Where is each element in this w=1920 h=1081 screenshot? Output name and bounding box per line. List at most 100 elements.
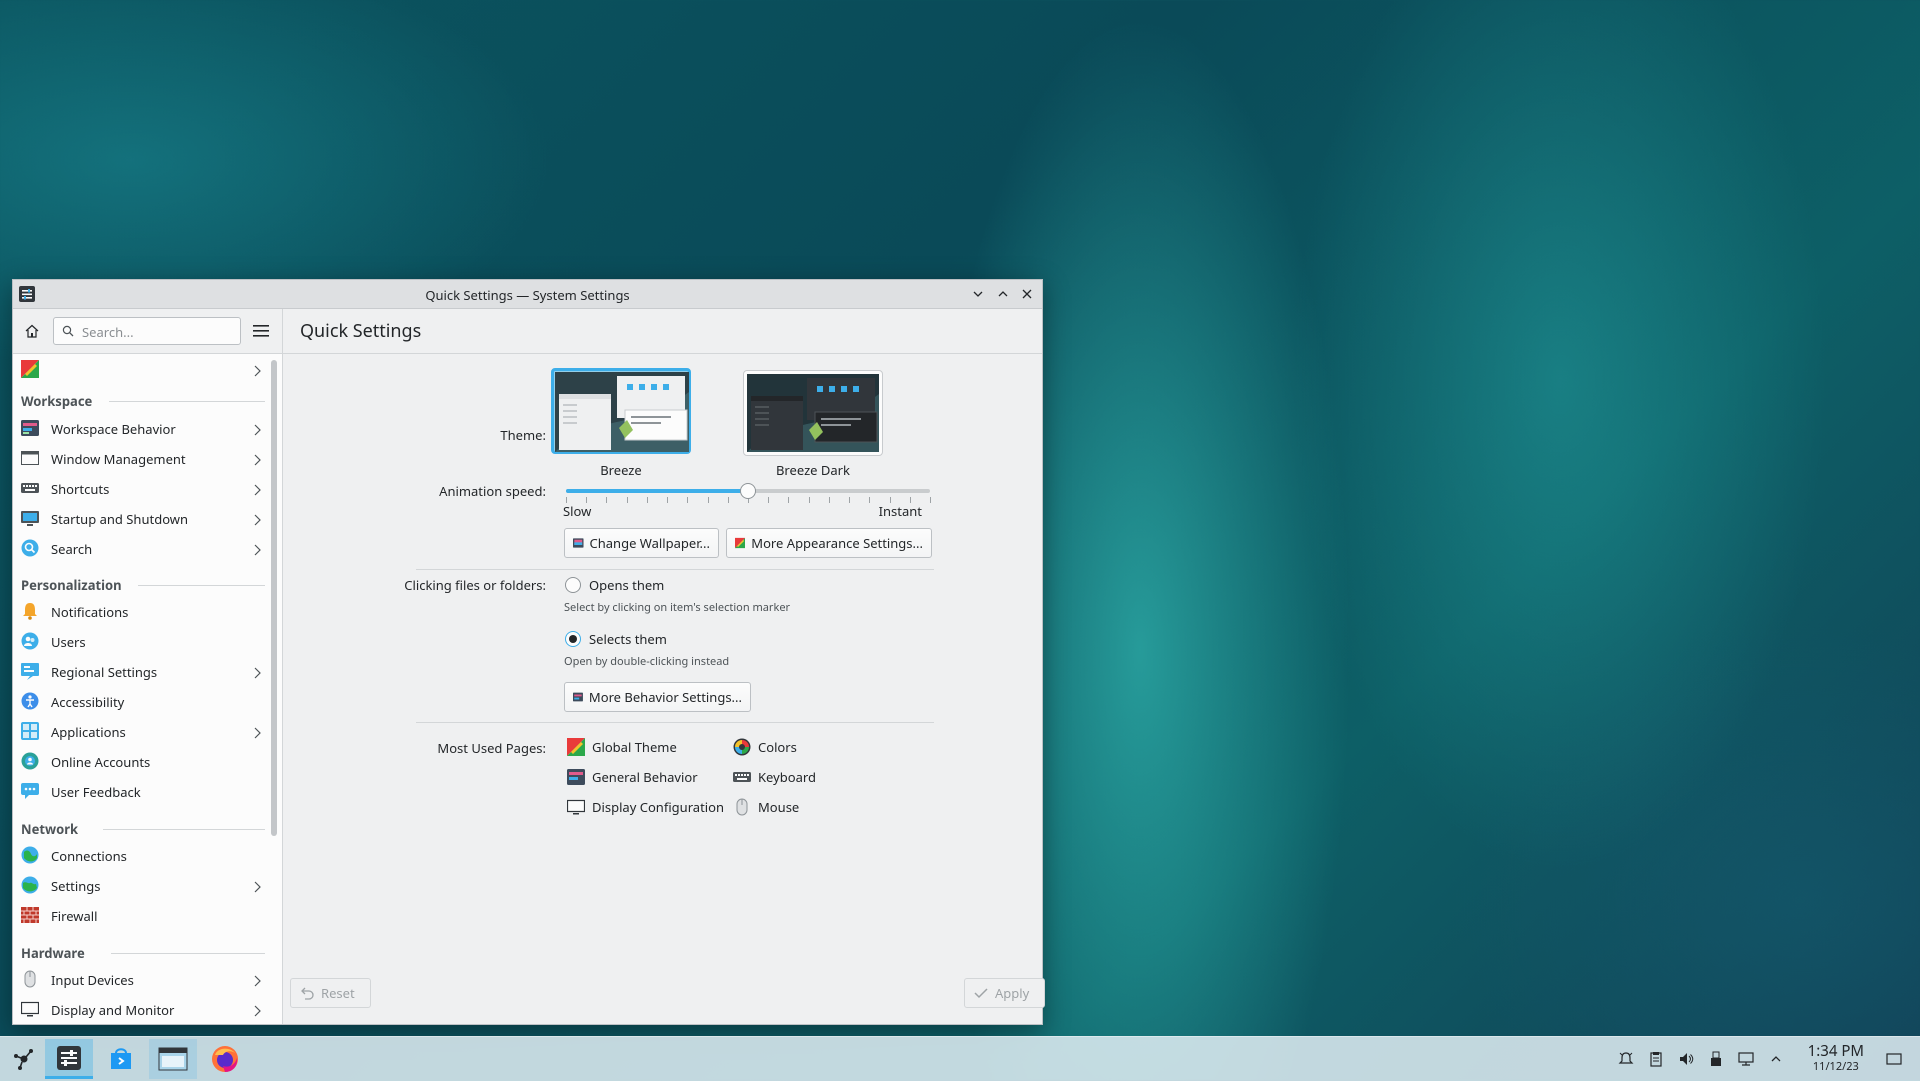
most-used-display-configuration[interactable]: Display Configuration <box>567 796 724 818</box>
workspace-behavior-icon <box>21 419 39 437</box>
network-tray-icon[interactable] <box>1736 1049 1756 1069</box>
hamburger-menu-button[interactable] <box>250 320 272 342</box>
chevron-right-icon <box>253 542 261 560</box>
keyboard-icon <box>733 772 751 782</box>
slider-handle[interactable] <box>740 483 756 499</box>
separator <box>416 569 934 570</box>
sidebar-item-search[interactable]: Search <box>13 533 269 563</box>
peek-desktop-button[interactable] <box>1884 1049 1904 1069</box>
radio-opens-them[interactable] <box>565 577 581 593</box>
taskbar-firefox[interactable] <box>201 1039 249 1079</box>
maximize-button[interactable] <box>993 284 1013 304</box>
sidebar-item-users[interactable]: Users <box>13 626 269 656</box>
radio-opens-them-label[interactable]: Opens them <box>589 576 664 594</box>
theme-card-breeze-dark[interactable] <box>743 370 883 456</box>
chevron-right-icon <box>253 482 261 500</box>
show-hidden-icons-button[interactable] <box>1766 1049 1786 1069</box>
home-button[interactable] <box>21 320 43 342</box>
slider-tick <box>667 497 668 503</box>
sidebar-toolbar <box>13 309 282 354</box>
chevron-right-icon <box>253 422 261 440</box>
sidebar-item-user-feedback[interactable]: User Feedback <box>13 776 269 806</box>
mouse-icon <box>736 798 748 816</box>
sidebar-item-quick-settings[interactable] <box>13 354 269 384</box>
close-button[interactable] <box>1017 284 1037 304</box>
sidebar-item-input-devices[interactable]: Input Devices <box>13 964 269 994</box>
change-wallpaper-label: Change Wallpaper... <box>589 534 710 552</box>
search-input[interactable] <box>80 320 239 344</box>
sidebar-item-regional-settings[interactable]: Regional Settings <box>13 656 269 686</box>
section-divider <box>103 829 265 830</box>
monitor-icon <box>20 1000 40 1018</box>
apply-label: Apply <box>995 984 1030 1002</box>
colors-icon <box>733 738 751 756</box>
keyboard-icon <box>21 479 39 497</box>
sidebar-item-accessibility[interactable]: Accessibility <box>13 686 269 716</box>
breeze-dark-theme-preview <box>747 374 879 452</box>
reset-button[interactable]: Reset <box>290 978 371 1008</box>
sidebar-item-label: Search <box>51 540 93 558</box>
sidebar-item-display-monitor[interactable]: Display and Monitor <box>13 994 269 1024</box>
mouse-icon <box>21 970 39 988</box>
title-bar[interactable]: Quick Settings — System Settings <box>13 280 1042 309</box>
radio-selects-them-label[interactable]: Selects them <box>589 630 667 648</box>
sidebar-item-workspace-behavior[interactable]: Workspace Behavior <box>13 413 269 443</box>
taskbar-discover[interactable] <box>97 1039 145 1079</box>
digital-clock[interactable]: 1:34 PM 11/12/23 <box>1808 1043 1864 1074</box>
taskbar-dolphin[interactable] <box>149 1039 197 1079</box>
most-used-global-theme[interactable]: Global Theme <box>567 736 677 758</box>
search-field[interactable] <box>53 317 241 345</box>
most-used-mouse[interactable]: Mouse <box>733 796 799 818</box>
sidebar-item-online-accounts[interactable]: Online Accounts <box>13 746 269 776</box>
most-used-keyboard[interactable]: Keyboard <box>733 766 816 788</box>
chevron-up-icon <box>998 291 1008 297</box>
change-wallpaper-button[interactable]: Change Wallpaper... <box>564 528 719 558</box>
chevron-right-icon <box>253 879 261 897</box>
sidebar-item-connections[interactable]: Connections <box>13 840 269 870</box>
volume-tray-icon[interactable] <box>1676 1049 1696 1069</box>
slider-max-label: Instant <box>878 502 922 520</box>
sidebar-item-notifications[interactable]: Notifications <box>13 596 269 626</box>
apply-button[interactable]: Apply <box>964 978 1045 1008</box>
page-title: Quick Settings <box>300 319 422 343</box>
search-globe-icon <box>21 539 39 557</box>
sidebar-item-applications[interactable]: Applications <box>13 716 269 746</box>
sidebar-item-label: Shortcuts <box>51 480 110 498</box>
slider-tick <box>627 497 628 503</box>
chevron-right-icon <box>253 1003 261 1021</box>
sidebar-item-label: Applications <box>51 723 126 741</box>
global-theme-icon <box>735 537 746 549</box>
reset-label: Reset <box>321 984 355 1002</box>
sidebar-scrollbar[interactable] <box>270 358 278 1020</box>
chevron-right-icon <box>253 512 261 530</box>
general-behavior-icon <box>573 692 583 702</box>
sidebar-item-shortcuts[interactable]: Shortcuts <box>13 473 269 503</box>
taskbar-system-settings[interactable] <box>45 1039 93 1079</box>
most-used-general-behavior[interactable]: General Behavior <box>567 766 698 788</box>
sidebar-item-network-settings[interactable]: Settings <box>13 870 269 900</box>
sidebar-item-startup-shutdown[interactable]: Startup and Shutdown <box>13 503 269 533</box>
radio-selects-them[interactable] <box>565 631 581 647</box>
sidebar[interactable]: Workspace Workspace Behavior Window Mana… <box>13 354 282 1024</box>
application-launcher-button[interactable] <box>0 1039 48 1079</box>
theme-card-breeze[interactable] <box>551 368 691 454</box>
sidebar-item-window-management[interactable]: Window Management <box>13 443 269 473</box>
firewall-icon <box>21 906 39 924</box>
removable-devices-tray-icon[interactable] <box>1706 1049 1726 1069</box>
discover-bag-icon <box>111 1048 131 1069</box>
minimize-button[interactable] <box>968 284 988 304</box>
most-used-colors[interactable]: Colors <box>733 736 797 758</box>
section-header-hardware: Hardware <box>21 944 85 962</box>
theme-name-breeze-dark: Breeze Dark <box>775 461 850 479</box>
scrollbar-thumb[interactable] <box>271 360 277 836</box>
sidebar-item-firewall[interactable]: Firewall <box>13 900 269 930</box>
more-appearance-settings-button[interactable]: More Appearance Settings... <box>726 528 932 558</box>
theme-label: Theme: <box>500 426 546 444</box>
sidebar-item-label: Settings <box>51 877 101 895</box>
slider-tick <box>728 497 729 503</box>
chevron-up-icon <box>1771 1056 1781 1062</box>
notifications-tray-icon[interactable] <box>1616 1049 1636 1069</box>
more-behavior-settings-button[interactable]: More Behavior Settings... <box>564 682 751 712</box>
clipboard-tray-icon[interactable] <box>1646 1049 1666 1069</box>
section-header-workspace: Workspace <box>21 392 93 410</box>
